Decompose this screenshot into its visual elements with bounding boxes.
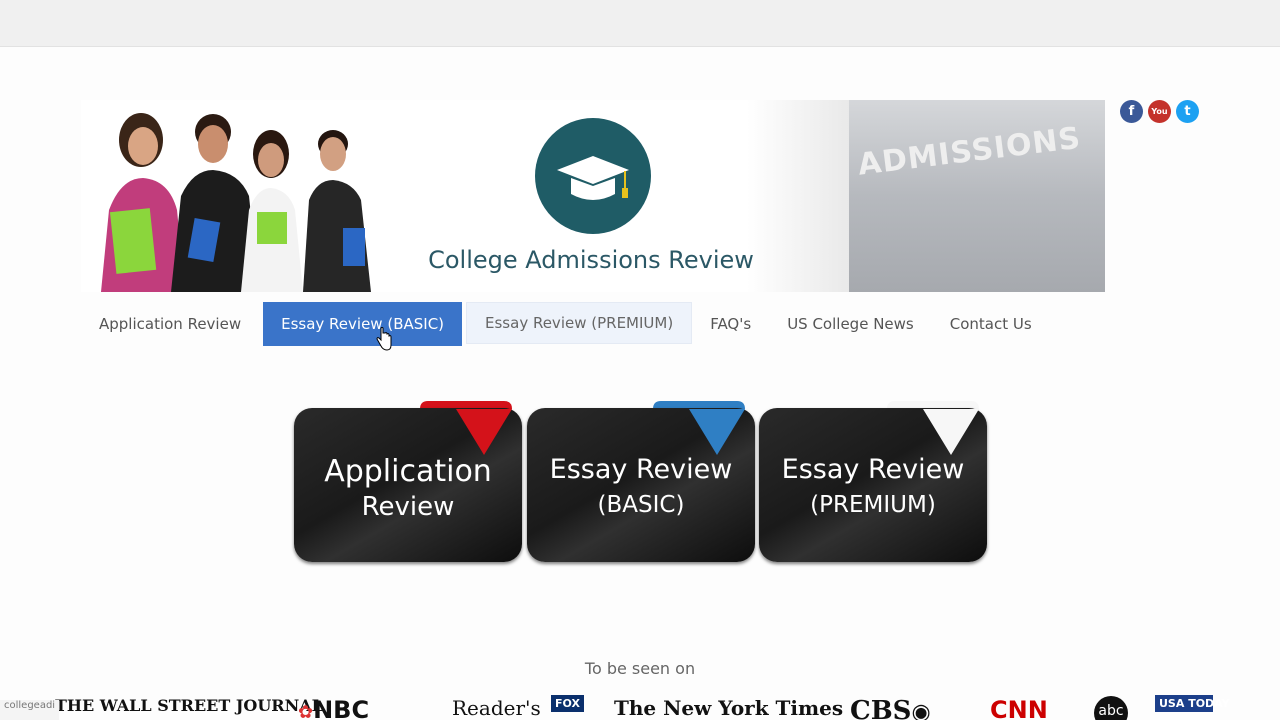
card-subtitle: Review — [361, 492, 455, 522]
nav-item-faqs[interactable]: FAQ's — [692, 302, 769, 346]
social-links: f You t — [1120, 100, 1199, 123]
fox-news-logo: FOX — [551, 695, 584, 712]
graduation-cap-icon — [557, 156, 629, 200]
youtube-icon[interactable]: You — [1148, 100, 1171, 123]
graduation-cap-logo — [535, 118, 651, 234]
readers-digest-logo: Reader's — [452, 696, 541, 720]
header-banner[interactable]: College Admissions Review ADMISSIONS — [81, 100, 1105, 292]
nyt-logo: The New York Times — [614, 696, 844, 720]
card-subtitle: (PREMIUM) — [810, 492, 936, 518]
nav-item-essay-review-basic[interactable]: Essay Review (BASIC) — [263, 302, 463, 346]
card-subtitle: (BASIC) — [597, 492, 685, 518]
media-logos: THE WALL STREET JOURNAL ✿NBC Reader's FO… — [0, 694, 1280, 720]
card-ribbon-red-tip — [456, 409, 512, 455]
abc-logo: abc — [1094, 696, 1128, 720]
nav-item-us-college-news[interactable]: US College News — [769, 302, 932, 346]
cbs-eye-icon: ◉ — [911, 699, 931, 720]
wsj-logo: THE WALL STREET JOURNAL — [55, 696, 323, 715]
twitter-icon[interactable]: t — [1176, 100, 1199, 123]
facebook-icon[interactable]: f — [1120, 100, 1143, 123]
nbc-peacock-icon: ✿ — [298, 702, 314, 720]
usa-today-logo: USA TODAY — [1155, 695, 1230, 712]
media-heading: To be seen on — [584, 659, 696, 678]
card-ribbon-blue-tip — [689, 409, 745, 455]
hand-cursor-icon — [376, 327, 392, 351]
status-bar-url: collegeadi — [0, 700, 60, 720]
site-title: College Admissions Review — [428, 246, 754, 274]
students-photo — [101, 113, 371, 292]
card-title: Essay Review — [781, 454, 965, 485]
nav-item-contact-us[interactable]: Contact Us — [932, 302, 1050, 346]
card-title: Essay Review — [549, 454, 733, 485]
main-nav: Application Review Essay Review (BASIC) … — [81, 302, 1050, 346]
nav-item-application-review[interactable]: Application Review — [81, 302, 259, 346]
card-ribbon-white-tip — [923, 409, 979, 455]
browser-top-bar — [0, 0, 1280, 47]
nbc-logo: ✿NBC — [298, 696, 369, 720]
cnn-logo: CNN — [990, 696, 1048, 720]
nav-item-essay-review-premium[interactable]: Essay Review (PREMIUM) — [466, 302, 693, 344]
card-title: Application — [324, 454, 492, 489]
cbs-logo: CBS◉ — [850, 696, 931, 720]
